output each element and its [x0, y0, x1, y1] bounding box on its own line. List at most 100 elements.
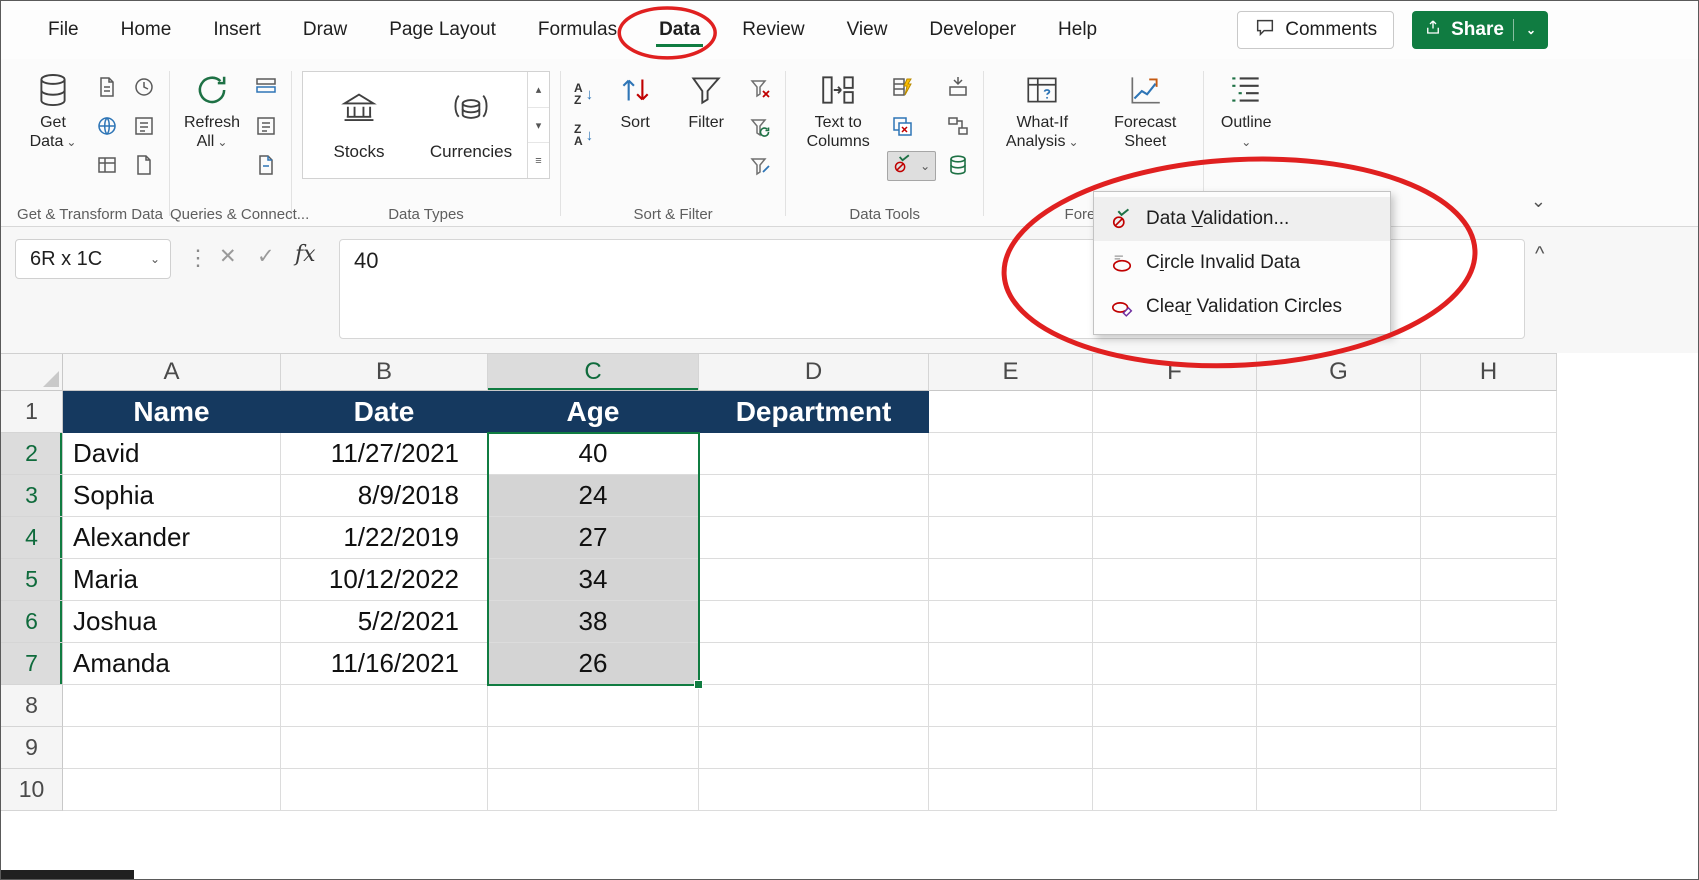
data-validation-button[interactable]: ⌄ [887, 151, 936, 181]
tab-review[interactable]: Review [721, 4, 825, 56]
cell-D4[interactable] [699, 517, 929, 559]
cell-F2[interactable] [1093, 433, 1257, 475]
column-header-e[interactable]: E [929, 354, 1093, 391]
cell-F1[interactable] [1093, 391, 1257, 433]
properties-icon[interactable] [251, 112, 281, 140]
cell-C3[interactable]: 24 [488, 475, 699, 517]
cell-G9[interactable] [1257, 727, 1421, 769]
tab-developer[interactable]: Developer [908, 4, 1037, 56]
collapse-ribbon-icon[interactable]: ⌄ [1531, 191, 1546, 212]
menu-item-circle-invalid-data[interactable]: Circle Invalid Data [1094, 241, 1390, 285]
cell-A8[interactable] [63, 685, 281, 727]
cell-C6[interactable]: 38 [488, 601, 699, 643]
cell-B9[interactable] [281, 727, 488, 769]
column-header-h[interactable]: H [1421, 354, 1557, 391]
cell-G8[interactable] [1257, 685, 1421, 727]
cell-H4[interactable] [1421, 517, 1557, 559]
cell-A6[interactable]: Joshua [63, 601, 281, 643]
cell-A9[interactable] [63, 727, 281, 769]
cell-F8[interactable] [1093, 685, 1257, 727]
cell-C7[interactable]: 26 [488, 643, 699, 685]
cell-E7[interactable] [929, 643, 1093, 685]
cell-E1[interactable] [929, 391, 1093, 433]
cell-B4[interactable]: 1/22/2019 [281, 517, 488, 559]
sort-descending-icon[interactable]: ZA ↓ [571, 120, 596, 150]
recent-sources-icon[interactable] [129, 73, 159, 101]
currencies-button[interactable]: Currencies [415, 72, 527, 178]
cell-A4[interactable]: Alexander [63, 517, 281, 559]
column-header-b[interactable]: B [281, 354, 488, 391]
cell-F6[interactable] [1093, 601, 1257, 643]
filter-button[interactable]: Filter [674, 65, 738, 133]
cell-B6[interactable]: 5/2/2021 [281, 601, 488, 643]
get-data-button[interactable]: Get Data⌄ [21, 65, 85, 152]
cell-C9[interactable] [488, 727, 699, 769]
tab-insert[interactable]: Insert [192, 4, 282, 56]
cell-F4[interactable] [1093, 517, 1257, 559]
cell-G4[interactable] [1257, 517, 1421, 559]
tab-home[interactable]: Home [100, 4, 193, 56]
clear-filter-icon[interactable] [745, 75, 775, 103]
formula-bar-expand-icon[interactable]: ^ [1535, 243, 1544, 266]
menu-item-data-validation[interactable]: Data Validation... [1094, 197, 1390, 241]
row-header-7[interactable]: 7 [1, 643, 63, 685]
cell-D8[interactable] [699, 685, 929, 727]
cell-E10[interactable] [929, 769, 1093, 811]
refresh-all-button[interactable]: Refresh All⌄ [180, 65, 244, 152]
edit-links-icon[interactable] [251, 151, 281, 179]
cell-E9[interactable] [929, 727, 1093, 769]
tab-page-layout[interactable]: Page Layout [368, 4, 517, 56]
cell-H9[interactable] [1421, 727, 1557, 769]
cell-G5[interactable] [1257, 559, 1421, 601]
cell-B1[interactable]: Date [281, 391, 488, 433]
cell-A1[interactable]: Name [63, 391, 281, 433]
cell-E6[interactable] [929, 601, 1093, 643]
cell-D10[interactable] [699, 769, 929, 811]
cell-G6[interactable] [1257, 601, 1421, 643]
cell-D1[interactable]: Department [699, 391, 929, 433]
cell-G3[interactable] [1257, 475, 1421, 517]
cell-D3[interactable] [699, 475, 929, 517]
gallery-more-icon[interactable]: ≡ [528, 143, 549, 178]
column-header-d[interactable]: D [699, 354, 929, 391]
cell-C8[interactable] [488, 685, 699, 727]
outline-button[interactable]: Outline⌄ [1214, 65, 1278, 149]
column-header-c[interactable]: C [488, 354, 699, 391]
flash-fill-icon[interactable] [887, 73, 917, 101]
row-header-2[interactable]: 2 [1, 433, 63, 475]
cell-F9[interactable] [1093, 727, 1257, 769]
gallery-up-icon[interactable]: ▴ [528, 72, 549, 108]
cell-A7[interactable]: Amanda [63, 643, 281, 685]
cell-H3[interactable] [1421, 475, 1557, 517]
tab-draw[interactable]: Draw [282, 4, 368, 56]
cell-B5[interactable]: 10/12/2022 [281, 559, 488, 601]
cell-E5[interactable] [929, 559, 1093, 601]
cell-H10[interactable] [1421, 769, 1557, 811]
name-box[interactable]: 6R x 1C ⌄ [15, 239, 171, 279]
cell-G2[interactable] [1257, 433, 1421, 475]
row-header-1[interactable]: 1 [1, 391, 63, 433]
consolidate-icon[interactable] [943, 73, 973, 101]
remove-duplicates-icon[interactable] [887, 112, 917, 140]
cell-E3[interactable] [929, 475, 1093, 517]
cell-G10[interactable] [1257, 769, 1421, 811]
cell-B8[interactable] [281, 685, 488, 727]
tab-formulas[interactable]: Formulas [517, 4, 638, 56]
enter-icon[interactable]: ✓ [257, 244, 275, 269]
cell-D2[interactable] [699, 433, 929, 475]
cell-A3[interactable]: Sophia [63, 475, 281, 517]
cell-H6[interactable] [1421, 601, 1557, 643]
row-header-6[interactable]: 6 [1, 601, 63, 643]
cell-A2[interactable]: David [63, 433, 281, 475]
cell-F7[interactable] [1093, 643, 1257, 685]
cell-B2[interactable]: 11/27/2021 [281, 433, 488, 475]
cell-H5[interactable] [1421, 559, 1557, 601]
cell-D7[interactable] [699, 643, 929, 685]
row-header-5[interactable]: 5 [1, 559, 63, 601]
gallery-down-icon[interactable]: ▾ [528, 108, 549, 144]
column-header-a[interactable]: A [63, 354, 281, 391]
cell-H1[interactable] [1421, 391, 1557, 433]
cell-G7[interactable] [1257, 643, 1421, 685]
cell-B3[interactable]: 8/9/2018 [281, 475, 488, 517]
sort-ascending-icon[interactable]: AZ ↓ [571, 79, 596, 109]
